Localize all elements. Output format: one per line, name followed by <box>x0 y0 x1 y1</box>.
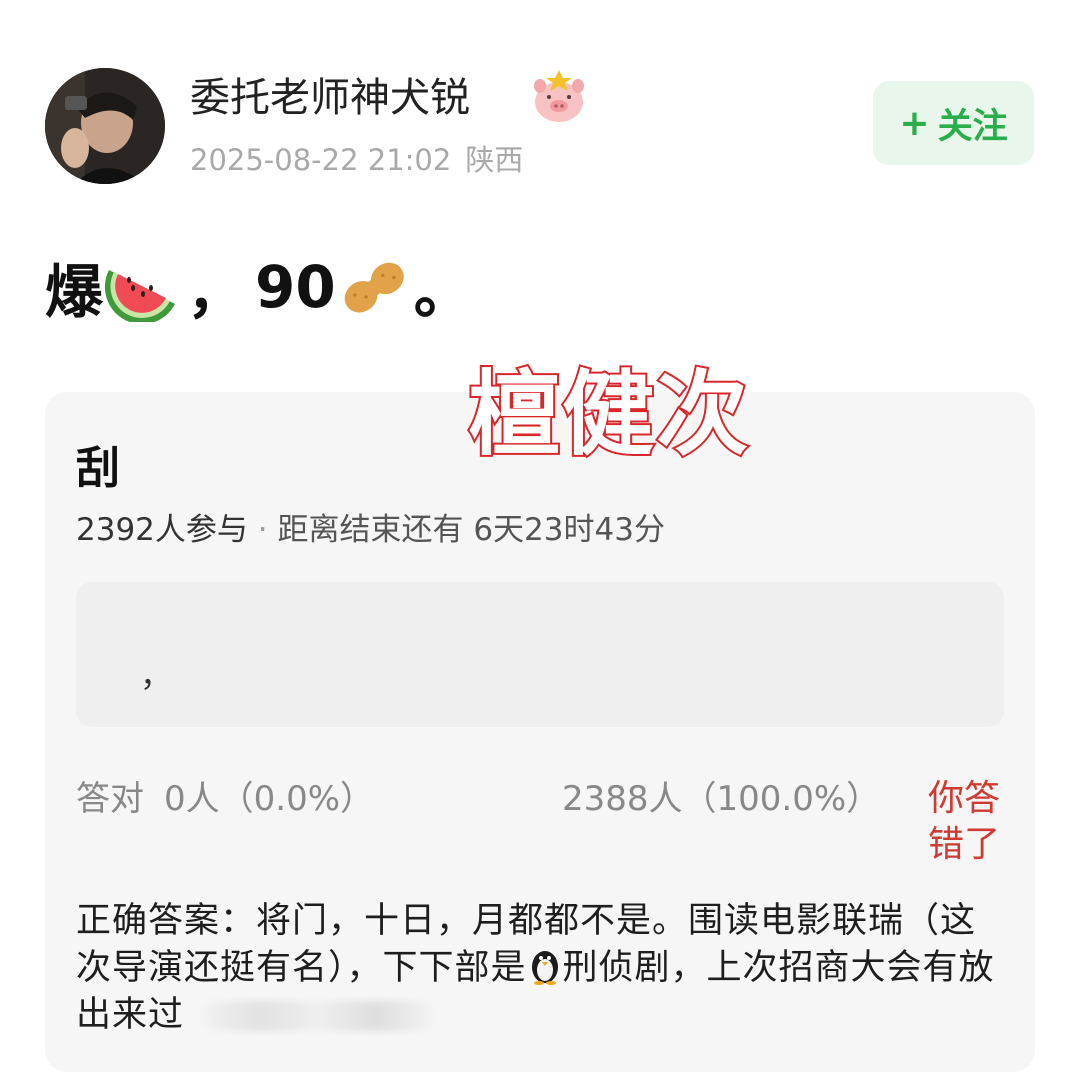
avatar-photo <box>45 68 165 184</box>
dot-separator: · <box>247 512 278 548</box>
follow-label: 关注 <box>937 106 1008 147</box>
post-timestamp: 2025-08-22 21:02 <box>190 143 452 177</box>
pig-crown-icon <box>528 66 590 128</box>
post-text: 爆 ， 90 。 <box>45 246 472 328</box>
time-remaining: 距离结束还有 6天23时43分 <box>277 512 665 548</box>
poll-title: 刮 <box>76 443 120 494</box>
result-label: 你答错了 <box>928 778 1001 865</box>
post-meta: 2025-08-22 21:02 陕西 <box>190 140 523 180</box>
correct-label: 答对 <box>76 779 144 819</box>
correct-stats: 答对 0人（0.0%） <box>76 776 374 822</box>
wrong-count: 2388人（100.0%） <box>562 779 881 819</box>
author-name[interactable]: 委托老师神犬锐 <box>190 70 470 126</box>
post-location: 陕西 <box>465 143 524 177</box>
avatar[interactable] <box>45 68 165 184</box>
participant-count: 2392人参与 <box>76 512 248 548</box>
post-separator: ， <box>187 258 246 326</box>
watermark-text: 檀健次 <box>466 359 751 470</box>
answer-box <box>76 582 1004 727</box>
penguin-icon <box>531 951 558 985</box>
blurred-watermark <box>204 1001 435 1031</box>
post-number: 90 <box>255 253 336 321</box>
follow-button[interactable]: + 关注 <box>873 81 1034 165</box>
answer-value: ， <box>140 656 173 694</box>
post-prefix: 爆 <box>45 258 104 326</box>
watermelon-icon <box>104 270 176 322</box>
peanut-icon <box>344 262 404 313</box>
poll-stats: 2392人参与 · 距离结束还有 6天23时43分 <box>76 508 665 552</box>
answer-explanation: 正确答案：将门，十日，月都都不是。围读电影联瑞（这次导演还挺有名），下下部是 刑侦… <box>76 898 996 1039</box>
post-suffix: 。 <box>413 258 472 326</box>
plus-icon: + <box>899 102 930 144</box>
correct-count: 0人（0.0%） <box>164 779 375 819</box>
